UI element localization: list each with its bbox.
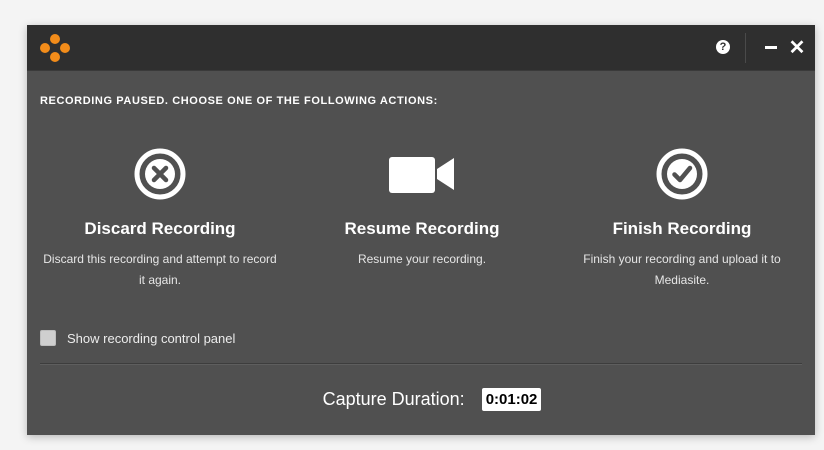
question-circle-icon: ? bbox=[716, 40, 730, 54]
finish-recording-description: Finish your recording and upload it to M… bbox=[583, 252, 781, 287]
resume-recording-button[interactable]: Resume Recording Resume your recording. bbox=[292, 143, 552, 270]
resume-recording-title: Resume Recording bbox=[344, 219, 500, 238]
help-button[interactable]: ? bbox=[713, 36, 733, 58]
divider bbox=[40, 363, 802, 365]
discard-recording-title: Discard Recording bbox=[84, 219, 236, 238]
minimize-button[interactable] bbox=[761, 36, 781, 58]
x-circle-icon bbox=[30, 143, 290, 205]
screenshot-frame: ? ✕ RECORDING PAUSED. CHOOSE ONE OF THE … bbox=[0, 0, 824, 450]
close-icon: ✕ bbox=[788, 36, 806, 59]
titlebar-separator bbox=[745, 33, 746, 63]
resume-recording-description: Resume your recording. bbox=[357, 252, 487, 266]
minimize-icon bbox=[765, 45, 777, 49]
close-button[interactable]: ✕ bbox=[787, 36, 807, 59]
capture-duration-value: 0:01:02 bbox=[481, 388, 542, 411]
capture-duration-label: Capture Duration: bbox=[322, 389, 465, 409]
mediasite-logo-icon bbox=[40, 34, 70, 62]
show-control-panel-label: Show recording control panel bbox=[67, 330, 236, 346]
title-bar: ? ✕ bbox=[27, 25, 815, 71]
check-circle-icon bbox=[552, 143, 812, 205]
discard-recording-button[interactable]: Discard Recording Discard this recording… bbox=[30, 143, 290, 291]
discard-recording-description: Discard this recording and attempt to re… bbox=[43, 252, 277, 287]
video-camera-icon bbox=[292, 143, 552, 205]
dialog-heading: RECORDING PAUSED. CHOOSE ONE OF THE FOLL… bbox=[40, 95, 438, 107]
recording-paused-dialog: ? ✕ RECORDING PAUSED. CHOOSE ONE OF THE … bbox=[27, 25, 815, 435]
capture-duration: Capture Duration: 0:01:02 bbox=[27, 388, 815, 411]
show-control-panel-checkbox[interactable] bbox=[40, 330, 56, 346]
show-control-panel-option[interactable]: Show recording control panel bbox=[40, 330, 235, 346]
finish-recording-title: Finish Recording bbox=[612, 219, 752, 238]
finish-recording-button[interactable]: Finish Recording Finish your recording a… bbox=[552, 143, 812, 291]
